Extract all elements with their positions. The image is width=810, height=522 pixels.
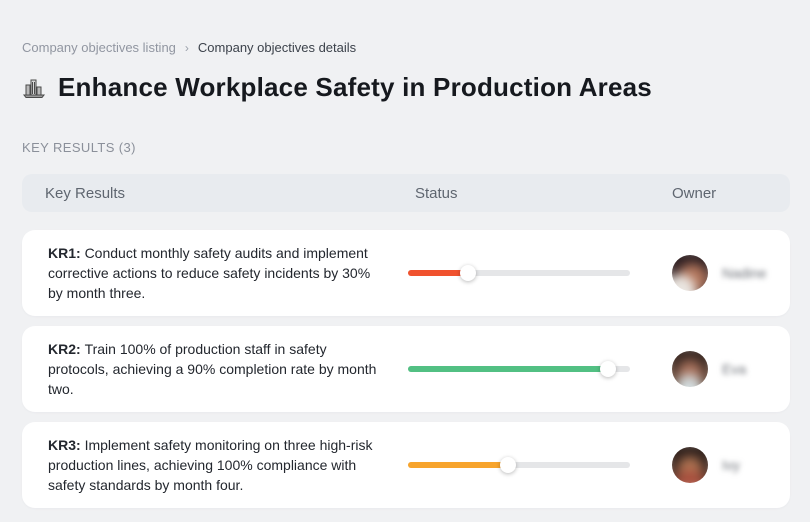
buildings-icon [22, 76, 46, 100]
key-results-list: KR1: Conduct monthly safety audits and i… [22, 230, 790, 508]
kr1-owner-cell: Nadine [672, 255, 790, 291]
table-row-kr2[interactable]: KR2: Train 100% of production staff in s… [22, 326, 790, 412]
kr3-slider-thumb[interactable] [499, 457, 516, 473]
column-header-key-results: Key Results [45, 184, 126, 202]
kr1-avatar-photo [672, 255, 708, 291]
objective-details-page: Company objectives listing › Company obj… [0, 0, 810, 508]
kr2-description: KR2: Train 100% of production staff in s… [22, 339, 408, 399]
kr2-owner-name: Eva [722, 361, 747, 377]
kr1-progress-slider[interactable] [408, 265, 630, 281]
column-header-owner: Owner [672, 184, 717, 202]
title-row: Enhance Workplace Safety in Production A… [22, 72, 790, 103]
kr3-owner-avatar [672, 447, 708, 483]
key-results-section-label: KEY RESULTS (3) [22, 140, 136, 155]
kr1-slider-thumb[interactable] [459, 265, 476, 281]
breadcrumb-objectives-details: Company objectives details [197, 40, 357, 55]
page-title: Enhance Workplace Safety in Production A… [58, 72, 652, 102]
kr3-owner-name: Ivy [722, 457, 740, 473]
kr2-text: Train 100% of production staff in safety… [48, 341, 377, 397]
column-header-status: Status [415, 184, 458, 202]
kr2-avatar-photo [672, 351, 708, 387]
kr1-description: KR1: Conduct monthly safety audits and i… [22, 243, 408, 303]
kr3-avatar-photo [672, 447, 708, 483]
table-row-kr1[interactable]: KR1: Conduct monthly safety audits and i… [22, 230, 790, 316]
breadcrumb-objectives-listing[interactable]: Company objectives listing [22, 40, 176, 55]
kr1-owner-avatar [672, 255, 708, 291]
table-header: Key Results Status Owner [22, 174, 790, 212]
kr1-label: KR1: [48, 245, 85, 261]
kr3-description: KR3: Implement safety monitoring on thre… [22, 435, 408, 495]
chevron-right-icon: › [184, 40, 189, 55]
breadcrumb: Company objectives listing › Company obj… [22, 40, 790, 55]
kr3-text: Implement safety monitoring on three hig… [48, 437, 373, 493]
kr2-owner-cell: Eva [672, 351, 790, 387]
kr2-progress-slider[interactable] [408, 361, 630, 377]
kr3-status-cell [408, 457, 672, 473]
kr3-owner-cell: Ivy [672, 447, 790, 483]
kr2-status-cell [408, 361, 672, 377]
kr3-label: KR3: [48, 437, 85, 453]
kr2-owner-avatar [672, 351, 708, 387]
kr2-slider-thumb[interactable] [599, 361, 616, 377]
kr1-status-cell [408, 265, 672, 281]
kr1-progress-fill [408, 270, 468, 276]
kr1-text: Conduct monthly safety audits and implem… [48, 245, 371, 301]
kr3-progress-fill [408, 462, 508, 468]
kr3-progress-slider[interactable] [408, 457, 630, 473]
kr2-label: KR2: [48, 341, 85, 357]
kr1-owner-name: Nadine [722, 265, 767, 281]
table-row-kr3[interactable]: KR3: Implement safety monitoring on thre… [22, 422, 790, 508]
kr2-progress-fill [408, 366, 608, 372]
